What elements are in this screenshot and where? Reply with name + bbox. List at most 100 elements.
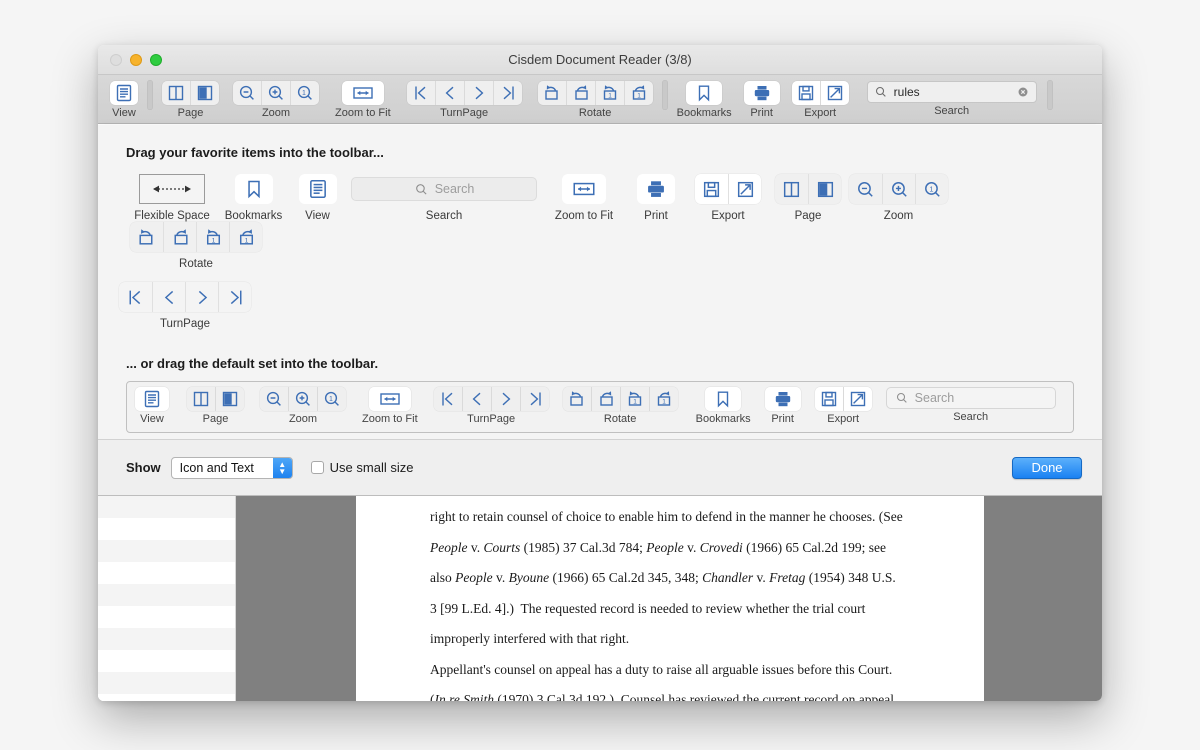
- thumbnail-row[interactable]: [98, 650, 235, 672]
- zoom-out-icon[interactable]: [849, 174, 882, 204]
- thumbnail-sidebar[interactable]: [98, 496, 236, 701]
- zoom-actual-icon[interactable]: [915, 174, 948, 204]
- palette-item-zoom-to-fit[interactable]: Zoom to Fit: [542, 174, 626, 222]
- toolbar-group-turnpage[interactable]: TurnPage: [406, 81, 522, 119]
- printer-icon[interactable]: [637, 174, 675, 204]
- previous-page-icon[interactable]: [152, 282, 185, 312]
- palette-item-search[interactable]: Search Search: [346, 174, 542, 222]
- thumbnail-row[interactable]: [98, 496, 235, 518]
- bookmark-icon[interactable]: [686, 81, 723, 105]
- palette-item-turnpage[interactable]: TurnPage: [119, 282, 251, 330]
- toolbar-group-export[interactable]: Export: [791, 81, 849, 119]
- previous-page-icon[interactable]: [461, 387, 491, 411]
- printer-icon[interactable]: [743, 81, 780, 105]
- palette-item-zoom[interactable]: Zoom: [846, 174, 951, 222]
- toolbar-group-zoom[interactable]: Zoom: [233, 81, 319, 119]
- rotate-page-right-icon[interactable]: [229, 222, 262, 252]
- zoom-in-icon[interactable]: [288, 387, 317, 411]
- page-two-up-icon[interactable]: [187, 387, 215, 411]
- default-group-turnpage[interactable]: TurnPage: [433, 387, 549, 425]
- toolbar-group-view[interactable]: View: [110, 81, 138, 119]
- checkbox-box[interactable]: [310, 461, 324, 474]
- next-page-icon[interactable]: [490, 387, 520, 411]
- rotate-left-icon[interactable]: [562, 387, 591, 411]
- first-page-icon[interactable]: [119, 282, 152, 312]
- zoom-in-icon[interactable]: [882, 174, 915, 204]
- last-page-icon[interactable]: [492, 81, 522, 105]
- first-page-icon[interactable]: [433, 387, 462, 411]
- page-two-up-icon[interactable]: [775, 174, 808, 204]
- use-small-size-checkbox[interactable]: Use small size: [310, 460, 413, 475]
- zoom-actual-icon[interactable]: [290, 81, 319, 105]
- toolbar-group-rotate[interactable]: Rotate: [537, 81, 653, 119]
- palette-item-bookmarks[interactable]: Bookmarks: [218, 174, 289, 222]
- palette-search-field[interactable]: Search: [351, 177, 537, 201]
- printer-icon[interactable]: [764, 387, 801, 411]
- palette-item-view[interactable]: View: [289, 174, 346, 222]
- clear-icon[interactable]: [1016, 85, 1030, 99]
- zoom-to-fit-icon[interactable]: [341, 81, 384, 105]
- thumbnail-row[interactable]: [98, 540, 235, 562]
- thumbnail-row[interactable]: [98, 672, 235, 694]
- zoom-to-fit-icon[interactable]: [368, 387, 411, 411]
- rotate-page-left-icon[interactable]: [594, 81, 624, 105]
- toolbar-group-print[interactable]: Print: [743, 81, 780, 119]
- toolbar-group-page[interactable]: Page: [162, 81, 219, 119]
- view-list-icon[interactable]: [110, 81, 138, 105]
- palette-item-export[interactable]: Export: [686, 174, 770, 222]
- default-group-search[interactable]: Search Search: [885, 387, 1056, 423]
- view-list-icon[interactable]: [135, 387, 169, 411]
- zoom-out-icon[interactable]: [260, 387, 288, 411]
- default-search-field[interactable]: Search: [885, 387, 1056, 409]
- rotate-right-icon[interactable]: [565, 81, 595, 105]
- default-group-rotate[interactable]: Rotate: [562, 387, 678, 425]
- page-single-icon[interactable]: [808, 174, 841, 204]
- zoom-actual-icon[interactable]: [317, 387, 346, 411]
- rotate-left-icon[interactable]: [130, 222, 163, 252]
- last-page-icon[interactable]: [218, 282, 251, 312]
- zoom-out-icon[interactable]: [233, 81, 261, 105]
- next-page-icon[interactable]: [185, 282, 218, 312]
- search-field[interactable]: rules: [866, 81, 1037, 103]
- page-single-icon[interactable]: [215, 387, 244, 411]
- default-group-bookmarks[interactable]: Bookmarks: [696, 387, 751, 425]
- thumbnail-row[interactable]: [98, 694, 235, 701]
- palette-item-print[interactable]: Print: [626, 174, 686, 222]
- rotate-page-left-icon[interactable]: [619, 387, 649, 411]
- default-group-zoom[interactable]: Zoom: [260, 387, 346, 425]
- rotate-page-right-icon[interactable]: [623, 81, 653, 105]
- save-icon[interactable]: [814, 387, 843, 411]
- default-group-print[interactable]: Print: [764, 387, 801, 425]
- share-icon[interactable]: [842, 387, 872, 411]
- save-icon[interactable]: [791, 81, 820, 105]
- rotate-page-left-icon[interactable]: [196, 222, 229, 252]
- last-page-icon[interactable]: [519, 387, 549, 411]
- palette-item-flexible-space[interactable]: Flexible Space: [126, 174, 218, 222]
- palette-item-rotate[interactable]: Rotate: [126, 222, 266, 270]
- page-view[interactable]: right to retain counsel of choice to ena…: [236, 496, 1102, 701]
- share-icon[interactable]: [819, 81, 849, 105]
- view-list-icon[interactable]: [298, 174, 337, 204]
- thumbnail-row[interactable]: [98, 628, 235, 650]
- toolbar-group-bookmarks[interactable]: Bookmarks: [677, 81, 732, 119]
- share-icon[interactable]: [728, 174, 761, 204]
- default-toolbar-set[interactable]: View Page Zoom Zoom to Fit TurnPage Rota…: [126, 381, 1074, 433]
- rotate-page-right-icon[interactable]: [648, 387, 678, 411]
- first-page-icon[interactable]: [406, 81, 435, 105]
- default-group-export[interactable]: Export: [814, 387, 872, 425]
- previous-page-icon[interactable]: [434, 81, 464, 105]
- page-two-up-icon[interactable]: [162, 81, 190, 105]
- next-page-icon[interactable]: [463, 81, 493, 105]
- palette-item-page[interactable]: Page: [770, 174, 846, 222]
- rotate-right-icon[interactable]: [590, 387, 620, 411]
- thumbnail-row[interactable]: [98, 606, 235, 628]
- bookmark-icon[interactable]: [234, 174, 273, 204]
- zoom-to-fit-icon[interactable]: [562, 174, 606, 204]
- toolbar-group-zoom-to-fit[interactable]: Zoom to Fit: [335, 81, 391, 119]
- show-mode-select[interactable]: Icon and Text ▲ ▼: [170, 456, 293, 479]
- default-group-zoom-to-fit[interactable]: Zoom to Fit: [362, 387, 418, 425]
- page-single-icon[interactable]: [190, 81, 219, 105]
- done-button[interactable]: Done: [1012, 456, 1082, 479]
- chevron-updown-icon[interactable]: ▲ ▼: [272, 457, 292, 478]
- rotate-right-icon[interactable]: [163, 222, 196, 252]
